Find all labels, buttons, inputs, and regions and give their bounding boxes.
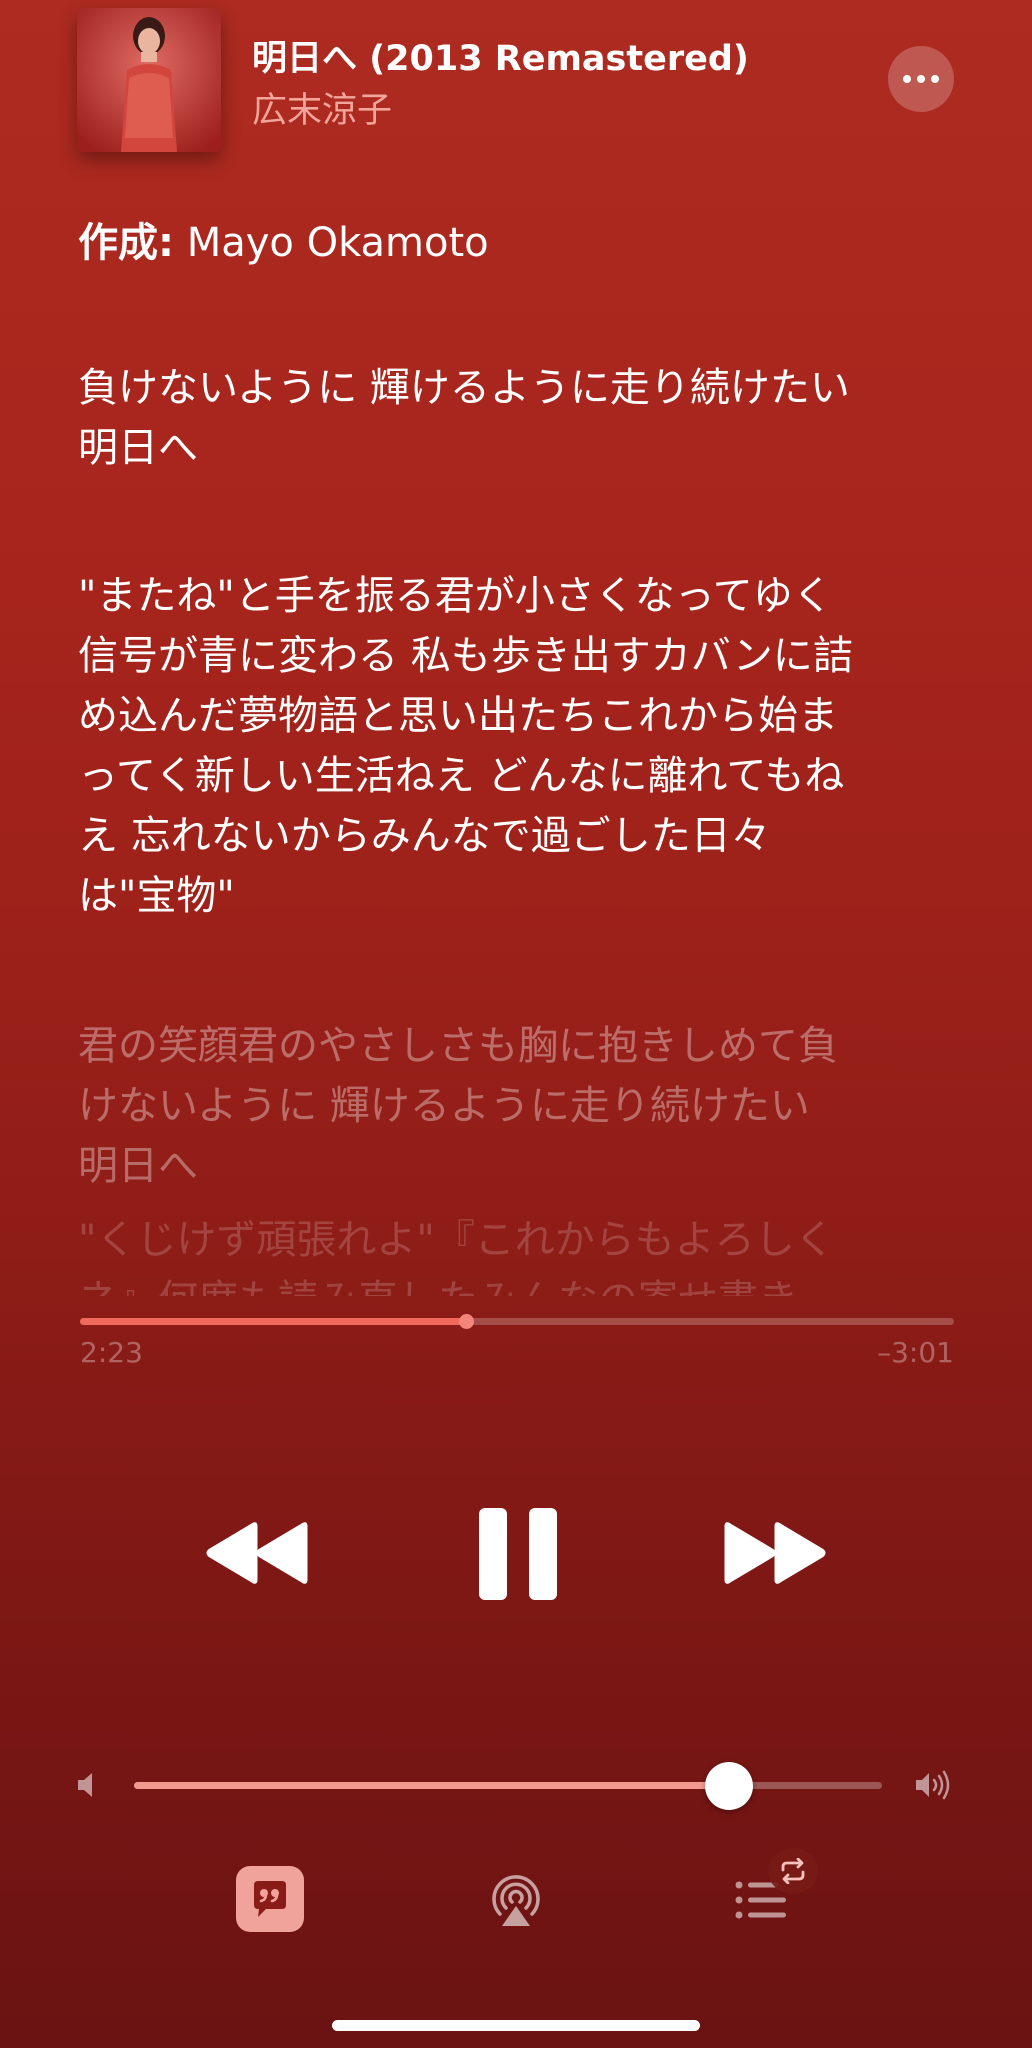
rewind-button[interactable] [200, 1510, 316, 1596]
lyric-line: 負けないように 輝けるように走り続けたい [78, 365, 850, 411]
lyric-line: ってく新しい生活ねえ どんなに離れてもね [78, 753, 845, 799]
playback-progress-fill [80, 1318, 466, 1325]
lyric-line: 信号が青に変わる 私も歩き出すカバンに詰 [78, 633, 853, 679]
lyric-verse[interactable]: 君の笑顔君のやさしさも胸に抱きしめて負 けないように 輝けるように走り続けたい … [78, 1016, 958, 1196]
remaining-time: –3:01 [877, 1336, 954, 1369]
pause-icon [479, 1508, 557, 1600]
rewind-icon [206, 1522, 308, 1584]
lyrics-button[interactable] [236, 1866, 304, 1932]
lyric-line: 明日へ [78, 1143, 198, 1189]
ellipsis-icon [903, 75, 911, 83]
repeat-icon [781, 1858, 805, 1884]
more-options-button[interactable] [888, 46, 954, 112]
track-artist[interactable]: 広末涼子 [252, 82, 392, 133]
playback-scrubber[interactable] [80, 1314, 954, 1329]
fast-forward-button[interactable] [716, 1510, 832, 1596]
airplay-button[interactable] [486, 1870, 546, 1930]
album-artwork-image [77, 8, 221, 152]
fast-forward-icon [724, 1522, 826, 1584]
credit-label: 作成: [78, 220, 174, 266]
songwriter-credit: 作成: Mayo Okamoto [78, 210, 489, 268]
pause-button[interactable] [466, 1502, 570, 1606]
lyric-verse[interactable]: "またね"と手を振る君が小さくなってゆく 信号が青に変わる 私も歩き出すカバンに… [78, 566, 958, 926]
volume-fill [134, 1782, 729, 1789]
elapsed-time: 2:23 [80, 1336, 143, 1369]
lyric-verse[interactable]: 負けないように 輝けるように走り続けたい 明日へ [78, 358, 958, 478]
lyric-line: 明日へ [78, 425, 198, 471]
playback-scrubber-thumb[interactable] [458, 1314, 474, 1329]
speaker-high-icon [916, 1770, 950, 1800]
lyric-line: "またね"と手を振る君が小さくなってゆく [78, 573, 833, 619]
lyric-line: けないように 輝けるように走り続けたい [78, 1083, 810, 1129]
ellipsis-dot [931, 75, 939, 83]
lyric-verse[interactable]: "くじけず頑張れよ"『これからもよろしく ネ』何度も読み直したみんなの寄せ書き [78, 1210, 958, 1296]
lyric-line: は"宝物" [78, 873, 235, 919]
credit-value: Mayo Okamoto [174, 220, 489, 266]
ellipsis-dot [917, 75, 925, 83]
lyric-line: 君の笑顔君のやさしさも胸に抱きしめて負 [78, 1023, 838, 1069]
album-artwork[interactable] [77, 8, 221, 152]
home-indicator[interactable] [332, 2020, 700, 2031]
speaker-low-icon [78, 1773, 92, 1797]
volume-slider[interactable] [134, 1762, 882, 1810]
lyric-line: "くじけず頑張れよ"『これからもよろしく [78, 1217, 835, 1263]
lyric-line: え 忘れないからみんなで過ごした日々 [78, 813, 771, 859]
airplay-icon [492, 1875, 540, 1926]
lyric-line: ネ』何度も読み直したみんなの寄せ書き [78, 1270, 958, 1296]
volume-slider-thumb[interactable] [704, 1762, 753, 1810]
track-title: 明日へ (2013 Remastered) [252, 39, 749, 79]
lyrics-quote-icon [254, 1881, 286, 1917]
repeat-indicator[interactable] [768, 1848, 818, 1894]
lyric-line: め込んだ夢物語と思い出たちこれから始ま [78, 693, 838, 739]
